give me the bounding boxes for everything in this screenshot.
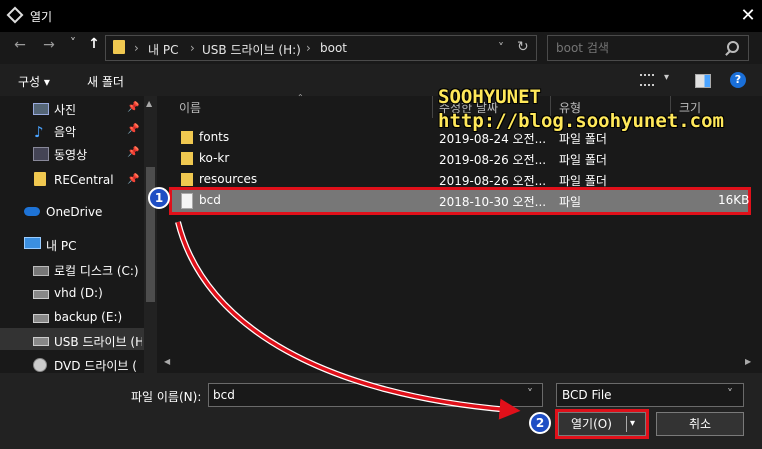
annotation-arrow — [175, 221, 521, 420]
watermark-title: SOOHYUNET — [438, 86, 541, 108]
step-badge-1: 1 — [148, 187, 170, 209]
open-file-dialog: 열기 ✕ ← → ˅ ↑ › 내 PC › USB 드라이브 (H:) › bo… — [0, 0, 762, 449]
step-badge-2: 2 — [529, 412, 551, 434]
watermark-url: http://blog.soohyunet.com — [438, 110, 724, 132]
